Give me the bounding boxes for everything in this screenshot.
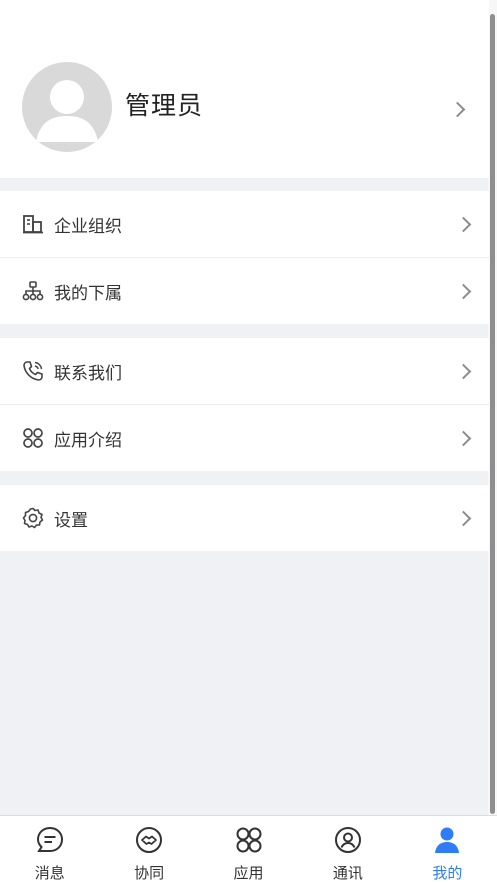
menu-item-enterprise-org[interactable]: 企业组织	[0, 191, 489, 258]
chevron-right-icon	[455, 363, 472, 380]
tab-label: 应用	[233, 864, 264, 882]
tab-apps[interactable]: 应用	[199, 816, 298, 884]
tab-label: 消息	[34, 864, 65, 882]
chevron-right-icon	[455, 283, 472, 300]
menu-item-label: 企业组织	[54, 217, 122, 237]
menu-item-label: 应用介绍	[54, 431, 122, 451]
person-icon	[435, 827, 460, 853]
menu-item-settings[interactable]: 设置	[0, 485, 489, 551]
building-icon	[23, 215, 43, 234]
chevron-right-icon	[449, 101, 466, 118]
menu-item-app-intro[interactable]: 应用介绍	[0, 405, 489, 471]
profile-header[interactable]: 管理员	[0, 0, 489, 178]
menu-group-organization: 企业组织 我的下属	[0, 191, 489, 324]
handshake-icon	[136, 827, 163, 853]
tab-collaboration[interactable]: 协同	[99, 816, 198, 884]
bottom-tab-bar: 消息 协同 应用 通讯 我的	[0, 815, 497, 884]
menu-item-my-subordinates[interactable]: 我的下属	[0, 258, 489, 324]
tab-messages[interactable]: 消息	[0, 816, 99, 884]
tab-me[interactable]: 我的	[398, 816, 497, 884]
tab-label: 通讯	[332, 864, 363, 882]
chevron-right-icon	[455, 430, 472, 447]
menu-item-label: 我的下属	[54, 284, 122, 304]
scrollbar-thumb[interactable]	[490, 14, 495, 814]
menu-item-label: 联系我们	[54, 364, 122, 384]
tab-label: 协同	[134, 864, 165, 882]
contacts-icon	[334, 827, 361, 853]
gear-icon	[22, 507, 44, 529]
message-icon	[36, 826, 63, 852]
phone-icon	[23, 361, 43, 381]
apps-icon	[23, 428, 43, 448]
menu-item-label: 设置	[54, 511, 88, 531]
org-chart-icon	[22, 281, 44, 301]
profile-name: 管理员	[125, 91, 204, 120]
avatar[interactable]	[22, 62, 112, 152]
menu-group-about: 联系我们 应用介绍	[0, 338, 489, 471]
menu-item-contact-us[interactable]: 联系我们	[0, 338, 489, 405]
menu-group-settings: 设置	[0, 485, 489, 551]
chevron-right-icon	[455, 510, 472, 527]
user-silhouette-icon	[36, 80, 98, 142]
apps-icon	[236, 827, 262, 853]
chevron-right-icon	[455, 216, 472, 233]
tab-label: 我的	[432, 864, 463, 882]
tab-contacts[interactable]: 通讯	[298, 816, 397, 884]
